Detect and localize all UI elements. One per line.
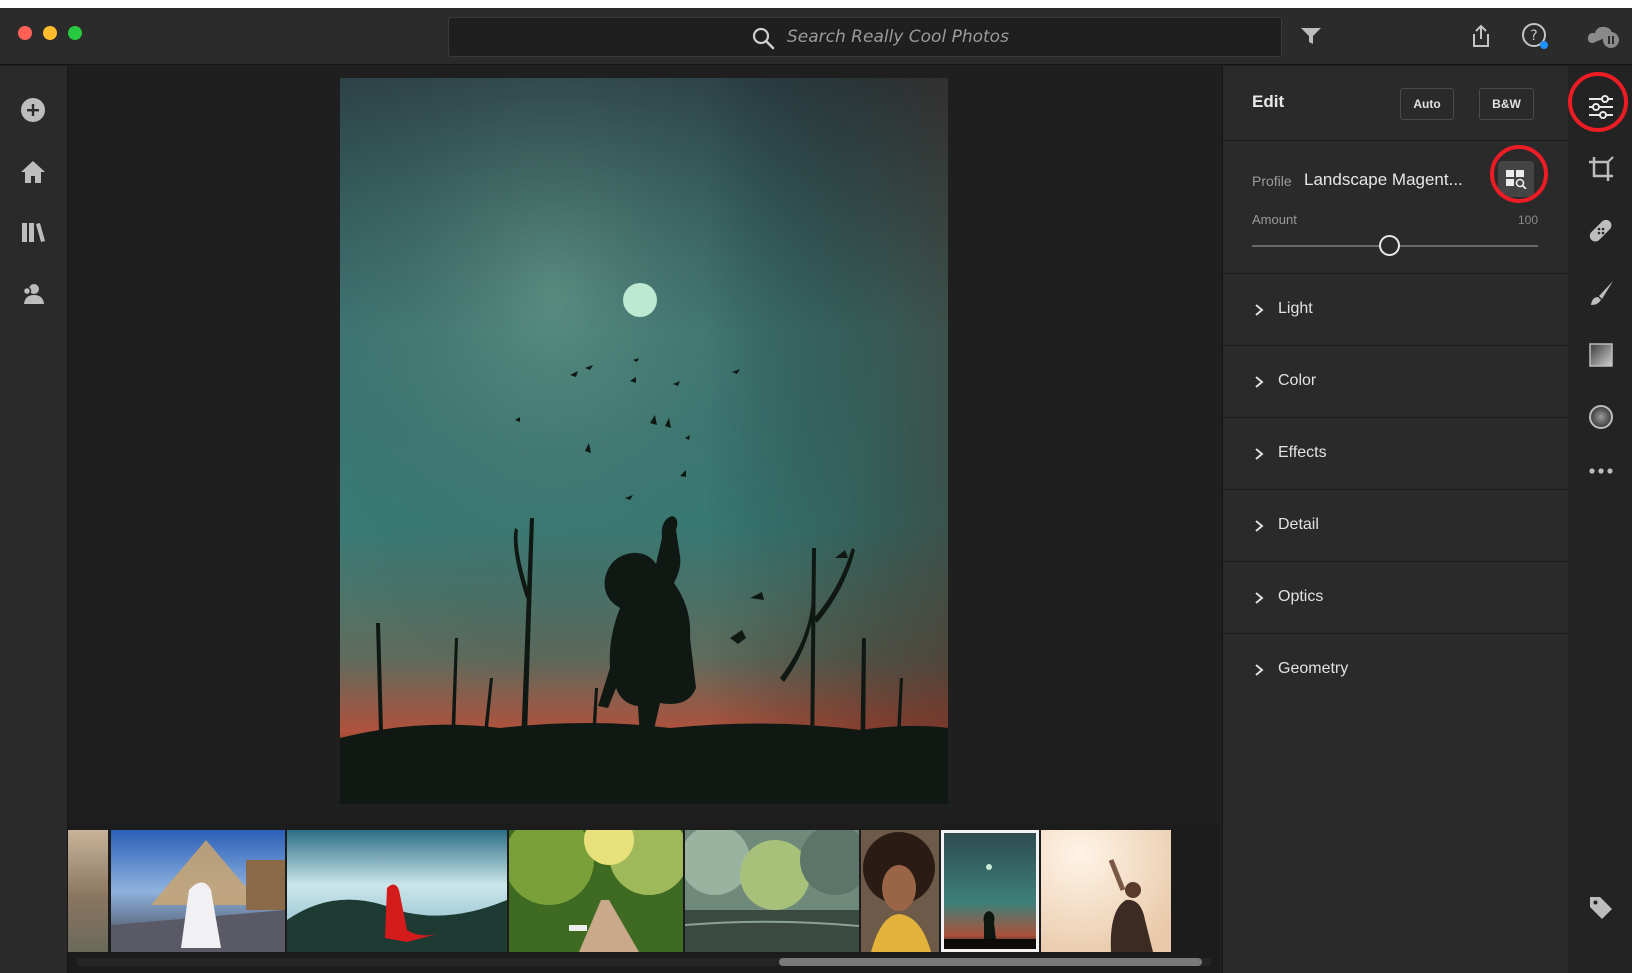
section-light[interactable]: Light <box>1223 274 1569 346</box>
filter-icon[interactable] <box>1297 22 1325 50</box>
amount-value: 100 <box>1517 213 1538 227</box>
filmstrip-thumbnail[interactable] <box>685 830 859 952</box>
svg-text:?: ? <box>1530 28 1537 44</box>
cloud-sync-icon[interactable] <box>1585 22 1621 50</box>
people-icon[interactable] <box>19 280 47 308</box>
auto-button[interactable]: Auto <box>1400 88 1454 120</box>
profile-browser-button[interactable] <box>1498 161 1534 197</box>
keyword-tag-icon[interactable] <box>1586 892 1616 922</box>
radial-gradient-icon[interactable] <box>1586 402 1616 432</box>
search-box[interactable] <box>448 17 1282 57</box>
section-geometry[interactable]: Geometry <box>1223 634 1569 706</box>
linear-gradient-icon[interactable] <box>1586 340 1616 370</box>
chevron-right-icon <box>1255 664 1264 676</box>
add-photos-icon[interactable] <box>19 96 47 124</box>
amount-label: Amount <box>1252 212 1297 227</box>
chevron-right-icon <box>1255 448 1264 460</box>
filmstrip-thumbnail[interactable] <box>1041 830 1171 952</box>
edit-panel: Edit Auto B&W Profile Landscape Magent..… <box>1222 66 1569 973</box>
search-input[interactable] <box>787 18 1257 56</box>
filmstrip-scrollbar[interactable] <box>76 958 1212 966</box>
filmstrip-thumbnail[interactable] <box>111 830 285 952</box>
filmstrip <box>68 824 1220 973</box>
section-label: Light <box>1278 300 1313 317</box>
zoom-window-button[interactable] <box>68 26 82 40</box>
section-effects[interactable]: Effects <box>1223 418 1569 490</box>
tool-rail <box>1568 66 1632 973</box>
bw-button[interactable]: B&W <box>1479 88 1534 120</box>
section-label: Geometry <box>1278 660 1349 677</box>
section-optics[interactable]: Optics <box>1223 562 1569 634</box>
chevron-right-icon <box>1255 304 1264 316</box>
crop-icon[interactable] <box>1586 154 1616 184</box>
help-icon[interactable]: ? <box>1521 22 1549 50</box>
section-label: Detail <box>1278 516 1319 533</box>
filmstrip-scroll-thumb[interactable] <box>779 958 1202 966</box>
section-label: Optics <box>1278 588 1324 605</box>
close-window-button[interactable] <box>18 26 32 40</box>
profile-label: Profile <box>1252 173 1292 189</box>
profile-browser-icon <box>1506 170 1527 189</box>
more-icon[interactable] <box>1586 456 1616 486</box>
photo-canvas <box>68 66 1220 824</box>
filmstrip-thumbnail-selected[interactable] <box>941 830 1039 952</box>
profile-name[interactable]: Landscape Magent... <box>1304 170 1463 190</box>
section-color[interactable]: Color <box>1223 346 1569 418</box>
filmstrip-thumbnail[interactable] <box>68 830 108 952</box>
brush-icon[interactable] <box>1586 278 1616 308</box>
filmstrip-thumbnail[interactable] <box>287 830 507 952</box>
amount-slider-handle[interactable] <box>1379 235 1400 256</box>
section-detail[interactable]: Detail <box>1223 490 1569 562</box>
chevron-right-icon <box>1255 520 1264 532</box>
lightroom-window: ? <box>0 8 1632 973</box>
section-label: Effects <box>1278 444 1327 461</box>
edit-sliders-icon[interactable] <box>1586 92 1616 122</box>
filmstrip-thumbnail[interactable] <box>861 830 939 952</box>
main-photo[interactable] <box>340 78 948 804</box>
edit-panel-title: Edit <box>1252 92 1285 111</box>
section-label: Color <box>1278 372 1317 389</box>
home-icon[interactable] <box>19 158 47 186</box>
search-icon <box>752 27 775 50</box>
filmstrip-thumbnail[interactable] <box>509 830 683 952</box>
edit-header: Edit Auto B&W <box>1223 66 1569 141</box>
chevron-right-icon <box>1255 376 1264 388</box>
library-icon[interactable] <box>19 218 47 246</box>
share-icon[interactable] <box>1467 22 1495 50</box>
profile-section: Profile Landscape Magent... Amount 100 <box>1223 141 1569 274</box>
chevron-right-icon <box>1255 592 1264 604</box>
title-bar: ? <box>0 8 1632 65</box>
left-rail <box>0 66 68 973</box>
healing-brush-icon[interactable] <box>1586 216 1616 246</box>
minimize-window-button[interactable] <box>43 26 57 40</box>
